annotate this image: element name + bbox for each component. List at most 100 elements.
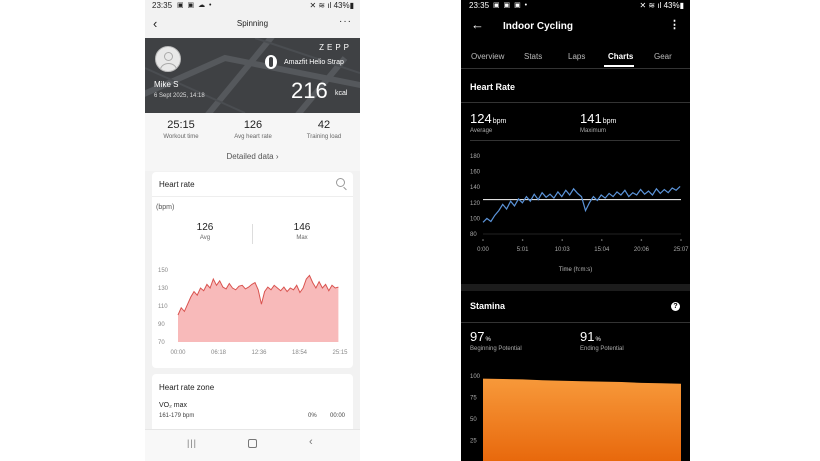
zone-range: 161-179 bpm xyxy=(159,413,195,419)
end-unit: % xyxy=(595,337,601,343)
app-header: ← Indoor Cycling ⋮ xyxy=(461,14,690,40)
max-unit: bpm xyxy=(602,118,617,125)
y-tick-label: 140 xyxy=(470,185,481,191)
avg-stat: 126 Avg xyxy=(160,222,250,241)
tab-gear[interactable]: Gear xyxy=(654,52,672,61)
home-icon[interactable] xyxy=(248,439,257,448)
x-tick-mark xyxy=(640,239,643,241)
zone-name: VO₂ max xyxy=(159,402,187,409)
x-tick-label: 25:07 xyxy=(673,247,689,253)
y-tick-label: 100 xyxy=(470,216,481,222)
y-tick-label: 130 xyxy=(158,286,169,292)
y-tick-label: 160 xyxy=(470,170,481,176)
avg-value: 126 xyxy=(196,222,214,233)
workout-date: 6 Sept 2025, 14:18 xyxy=(154,93,205,99)
divider xyxy=(152,196,353,197)
avatar[interactable] xyxy=(155,46,181,72)
y-tick-label: 110 xyxy=(158,304,168,310)
tab-stats[interactable]: Stats xyxy=(524,52,542,61)
divider xyxy=(461,68,690,69)
y-tick-label: 80 xyxy=(470,232,477,238)
battery-icon: ✕ ≋ ıl 43%▮ xyxy=(309,1,355,10)
y-tick-label: 70 xyxy=(158,340,165,346)
average-value: 124 xyxy=(470,111,492,126)
tab-charts[interactable]: Charts xyxy=(608,52,633,61)
more-icon[interactable]: ⋮ xyxy=(669,18,680,31)
stat-value: 25:15 xyxy=(167,119,195,131)
user-name: Mike S xyxy=(154,80,179,89)
zone-duration: 00:00 xyxy=(329,413,345,419)
x-tick-label: 12:36 xyxy=(251,350,267,356)
brand-logo: ZEPP xyxy=(319,43,352,52)
divider xyxy=(461,322,690,323)
divider xyxy=(461,102,690,103)
tab-bar: Overview Stats Laps Charts Gear xyxy=(461,46,690,68)
begin-unit: % xyxy=(485,337,491,343)
y-tick-label: 75 xyxy=(470,396,477,402)
avg-label: Avg xyxy=(199,235,211,241)
stamina-title: Stamina xyxy=(470,301,506,311)
system-nav-bar: ||| ‹ xyxy=(145,429,360,461)
y-tick-label: 50 xyxy=(470,417,477,423)
summary-stats: 25:15 Workout time 126 Avg heart rate 42… xyxy=(145,113,360,171)
x-tick-label: 15:04 xyxy=(594,247,610,253)
page-title: Spinning xyxy=(236,19,269,28)
notification-icons: ▣ ▣ ▣ • xyxy=(493,2,529,9)
back-icon[interactable]: ‹ xyxy=(309,436,313,448)
device-name: Amazfit Helio Strap xyxy=(284,59,344,66)
heart-rate-line xyxy=(482,185,681,223)
max-label: Maximum xyxy=(580,128,607,134)
stat-avg-heart-rate: 126 Avg heart rate xyxy=(217,119,289,140)
stat-label: Workout time xyxy=(163,134,199,140)
active-tab-indicator xyxy=(604,65,634,67)
x-tick-mark xyxy=(521,239,524,241)
screenshot-stage: 23:35 ▣ ▣ ☁ • ✕ ≋ ıl 43%▮ ‹ Spinning ··· xyxy=(0,0,820,461)
back-arrow-icon[interactable]: ← xyxy=(471,17,484,32)
divider xyxy=(252,224,253,244)
help-icon[interactable]: ? xyxy=(671,302,680,311)
x-tick-mark xyxy=(482,239,484,241)
unit-label: (bpm) xyxy=(156,204,175,211)
detailed-data-link[interactable]: Detailed data › xyxy=(145,152,360,161)
status-bar: 23:35 ▣ ▣ ▣ • ✕ ≋ ıl 43%▮ xyxy=(461,0,690,12)
heart-rate-chart: 180 160 140 120 100 80 0:00 5:01 10:03 15:04 20:06… xyxy=(470,154,689,253)
zone-percent: 0% xyxy=(308,413,317,419)
x-tick-label: 06:18 xyxy=(211,350,227,356)
x-tick-label: 10:03 xyxy=(555,247,571,253)
x-tick-mark xyxy=(561,239,563,241)
end-value: 91 xyxy=(580,329,595,344)
max-value: 141 xyxy=(580,111,602,126)
average-label: Average xyxy=(470,128,493,134)
max-value: 146 xyxy=(293,222,311,233)
stamina-area xyxy=(483,378,681,461)
y-tick-label: 120 xyxy=(470,201,481,207)
recents-icon[interactable]: ||| xyxy=(187,438,197,448)
y-tick-label: 180 xyxy=(470,154,481,160)
zoom-icon[interactable] xyxy=(336,178,345,187)
x-tick-label: 0:00 xyxy=(477,247,489,253)
stat-training-load: 42 Training load xyxy=(288,119,360,140)
notification-icons: ▣ ▣ ☁ • xyxy=(177,2,213,9)
x-tick-label: 00:00 xyxy=(170,350,186,356)
battery-icon: ✕ ≋ ıl 43%▮ xyxy=(639,1,685,10)
heart-rate-zone-card[interactable]: Heart rate zone VO₂ max 161-179 bpm 0% 0… xyxy=(152,374,353,434)
status-bar: 23:35 ▣ ▣ ☁ • ✕ ≋ ıl 43%▮ xyxy=(145,0,360,12)
more-icon[interactable]: ··· xyxy=(339,16,352,27)
stamina-chart: 100 75 50 25 xyxy=(470,374,681,461)
begin-label: Beginning Potential xyxy=(470,346,522,352)
tab-laps[interactable]: Laps xyxy=(568,52,585,61)
y-tick-label: 150 xyxy=(158,268,169,274)
x-tick-mark xyxy=(601,239,603,241)
divider xyxy=(470,140,680,141)
heart-rate-title: Heart Rate xyxy=(470,82,516,92)
max-stat: 146 Max xyxy=(257,222,347,241)
section-gap xyxy=(461,284,690,291)
tab-overview[interactable]: Overview xyxy=(471,52,504,61)
device-icon xyxy=(265,55,277,69)
max-label: Max xyxy=(296,235,308,241)
card-title: Heart rate xyxy=(159,180,195,189)
x-tick-label: 5:01 xyxy=(517,247,529,253)
heart-rate-card[interactable]: Heart rate (bpm) 126 Avg 146 Max 150 130 1… xyxy=(152,172,353,368)
strava-phone: 23:35 ▣ ▣ ▣ • ✕ ≋ ıl 43%▮ ← Indoor Cycli… xyxy=(461,0,690,461)
calories-unit: kcal xyxy=(335,90,348,97)
